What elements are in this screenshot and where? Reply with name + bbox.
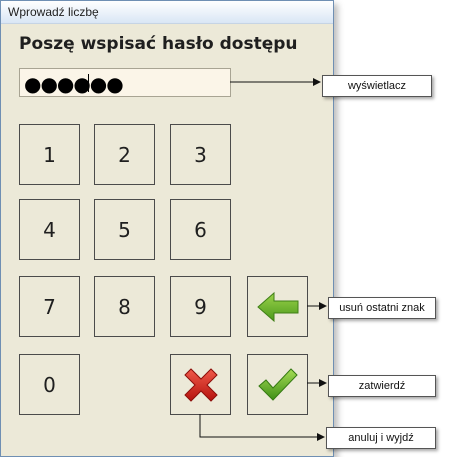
callout-display: wyświetlacz [322, 75, 432, 97]
callout-cancel: anuluj i wyjdź [326, 427, 436, 449]
callout-confirm: zatwierdź [328, 375, 436, 397]
callout-backspace: usuń ostatni znak [328, 297, 436, 319]
